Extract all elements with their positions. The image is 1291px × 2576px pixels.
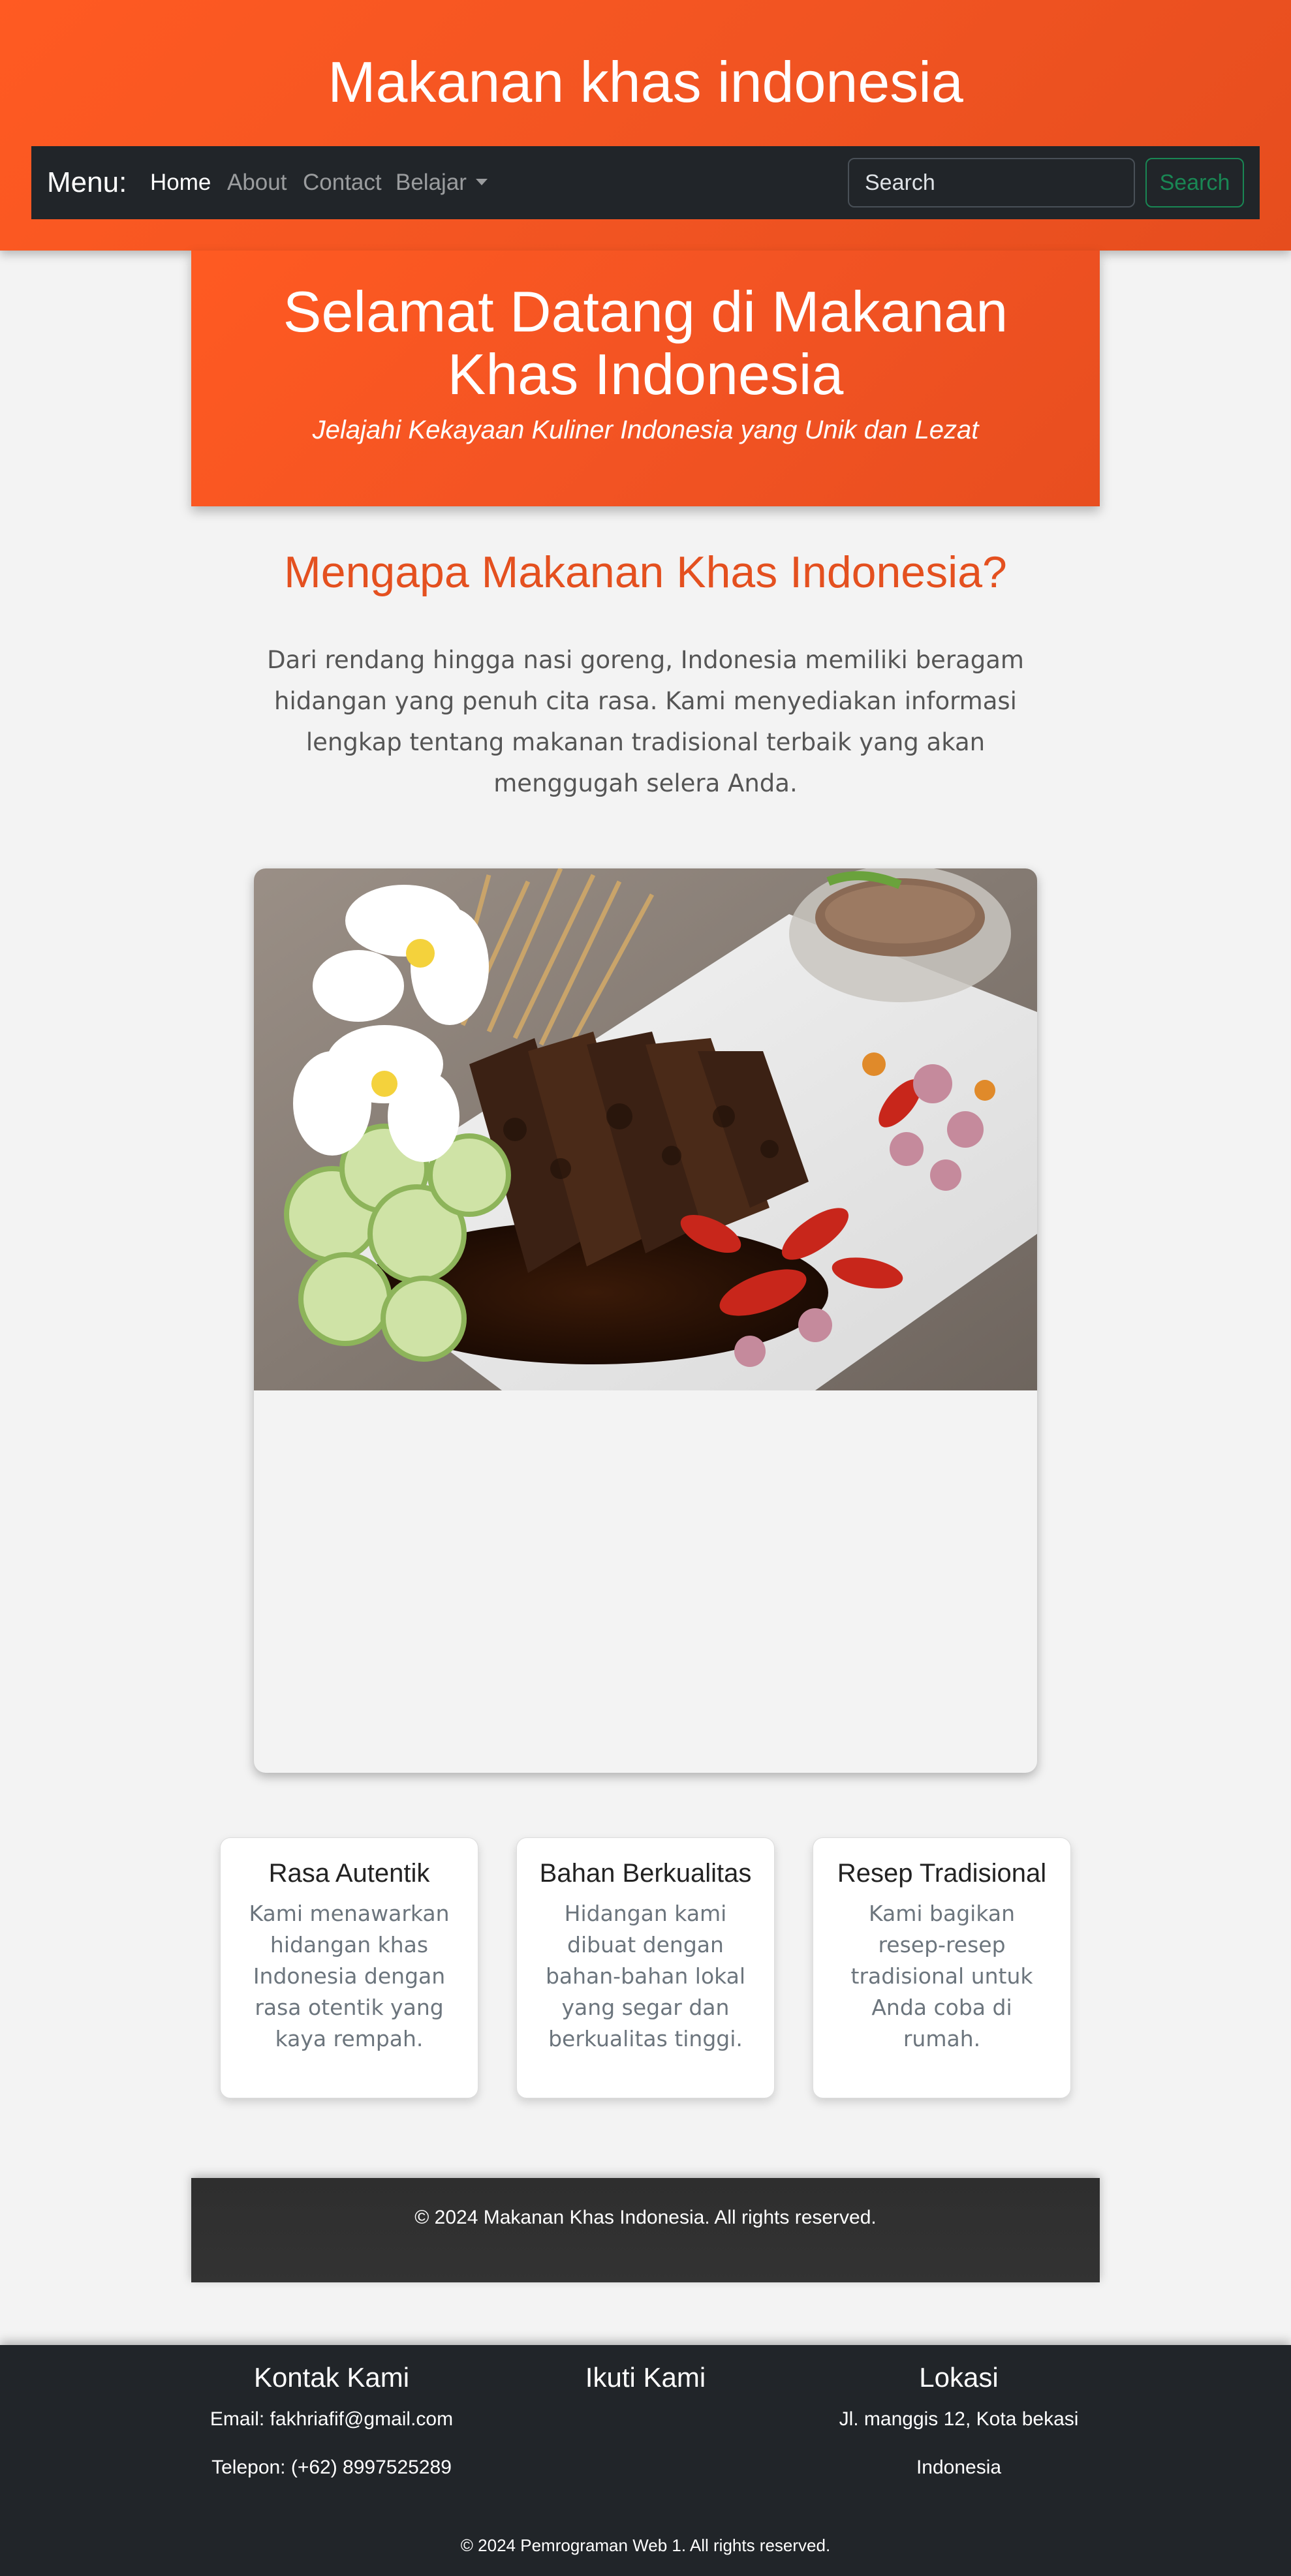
feature-title: Bahan Berkualitas <box>539 1859 752 1888</box>
footer-contact-column: Kontak Kami Email: fakhriafif@gmail.com … <box>175 2361 488 2479</box>
footer-follow-title: Ikuti Kami <box>585 2362 706 2393</box>
why-section-title: Mengapa Makanan Khas Indonesia? <box>284 547 1007 597</box>
feature-card-bahan: Bahan Berkualitas Hidangan kami dibuat d… <box>516 1837 775 2098</box>
footer-email: Email: fakhriafif@gmail.com <box>210 2408 454 2430</box>
site-header: Makanan khas indonesia Menu: Home About … <box>0 0 1291 251</box>
feature-title: Resep Tradisional <box>837 1859 1047 1888</box>
nav-dropdown-label: Belajar <box>396 170 467 195</box>
footer-follow-column: Ikuti Kami <box>489 2361 802 2395</box>
hero-title: Selamat Datang di Makanan Khas Indonesia <box>283 279 1008 406</box>
hero-subtitle: Jelajahi Kekayaan Kuliner Indonesia yang… <box>312 416 979 444</box>
inner-footer: © 2024 Makanan Khas Indonesia. All right… <box>191 2178 1100 2282</box>
footer-location-column: Lokasi Jl. manggis 12, Kota bekasi Indon… <box>802 2361 1115 2479</box>
nav-link-home[interactable]: Home <box>150 146 211 219</box>
hero-banner: Selamat Datang di Makanan Khas Indonesia… <box>191 251 1100 506</box>
search-input[interactable] <box>848 158 1135 207</box>
caret-down-icon <box>475 178 488 185</box>
feature-text: Hidangan kami dibuat dengan bahan-bahan … <box>545 1901 746 2051</box>
footer-phone: Telepon: (+62) 8997525289 <box>211 2457 452 2478</box>
feature-card-rasa: Rasa Autentik Kami menawarkan hidangan k… <box>220 1837 478 2098</box>
footer-location-title: Lokasi <box>919 2362 999 2393</box>
nav-link-contact[interactable]: Contact <box>303 146 382 219</box>
search-button[interactable]: Search <box>1145 158 1244 207</box>
navbar-brand[interactable]: Menu: <box>47 146 127 219</box>
nav-link-about[interactable]: About <box>227 146 287 219</box>
why-section-text: Dari rendang hingga nasi goreng, Indones… <box>267 646 1024 797</box>
footer-contact-title: Kontak Kami <box>253 2362 410 2393</box>
feature-title: Rasa Autentik <box>268 1859 430 1888</box>
inner-footer-copyright: © 2024 Makanan Khas Indonesia. All right… <box>414 2207 877 2228</box>
feature-text: Kami bagikan resep-resep tradisional unt… <box>850 1901 1033 2051</box>
nav-dropdown-belajar[interactable]: Belajar <box>396 146 488 219</box>
footer-country: Indonesia <box>916 2457 1002 2478</box>
footer-copyright: © 2024 Pemrograman Web 1. All rights res… <box>460 2536 831 2555</box>
feature-card-resep: Resep Tradisional Kami bagikan resep-res… <box>813 1837 1071 2098</box>
site-title: Makanan khas indonesia <box>328 50 963 114</box>
feature-text: Kami menawarkan hidangan khas Indonesia … <box>249 1901 450 2051</box>
navbar: Menu: Home About Contact Belajar Search <box>31 146 1260 219</box>
site-footer: Kontak Kami Email: fakhriafif@gmail.com … <box>0 2345 1291 2576</box>
food-image-card <box>254 868 1037 1773</box>
footer-address: Jl. manggis 12, Kota bekasi <box>839 2408 1079 2430</box>
sate-food-image <box>254 868 1037 1390</box>
